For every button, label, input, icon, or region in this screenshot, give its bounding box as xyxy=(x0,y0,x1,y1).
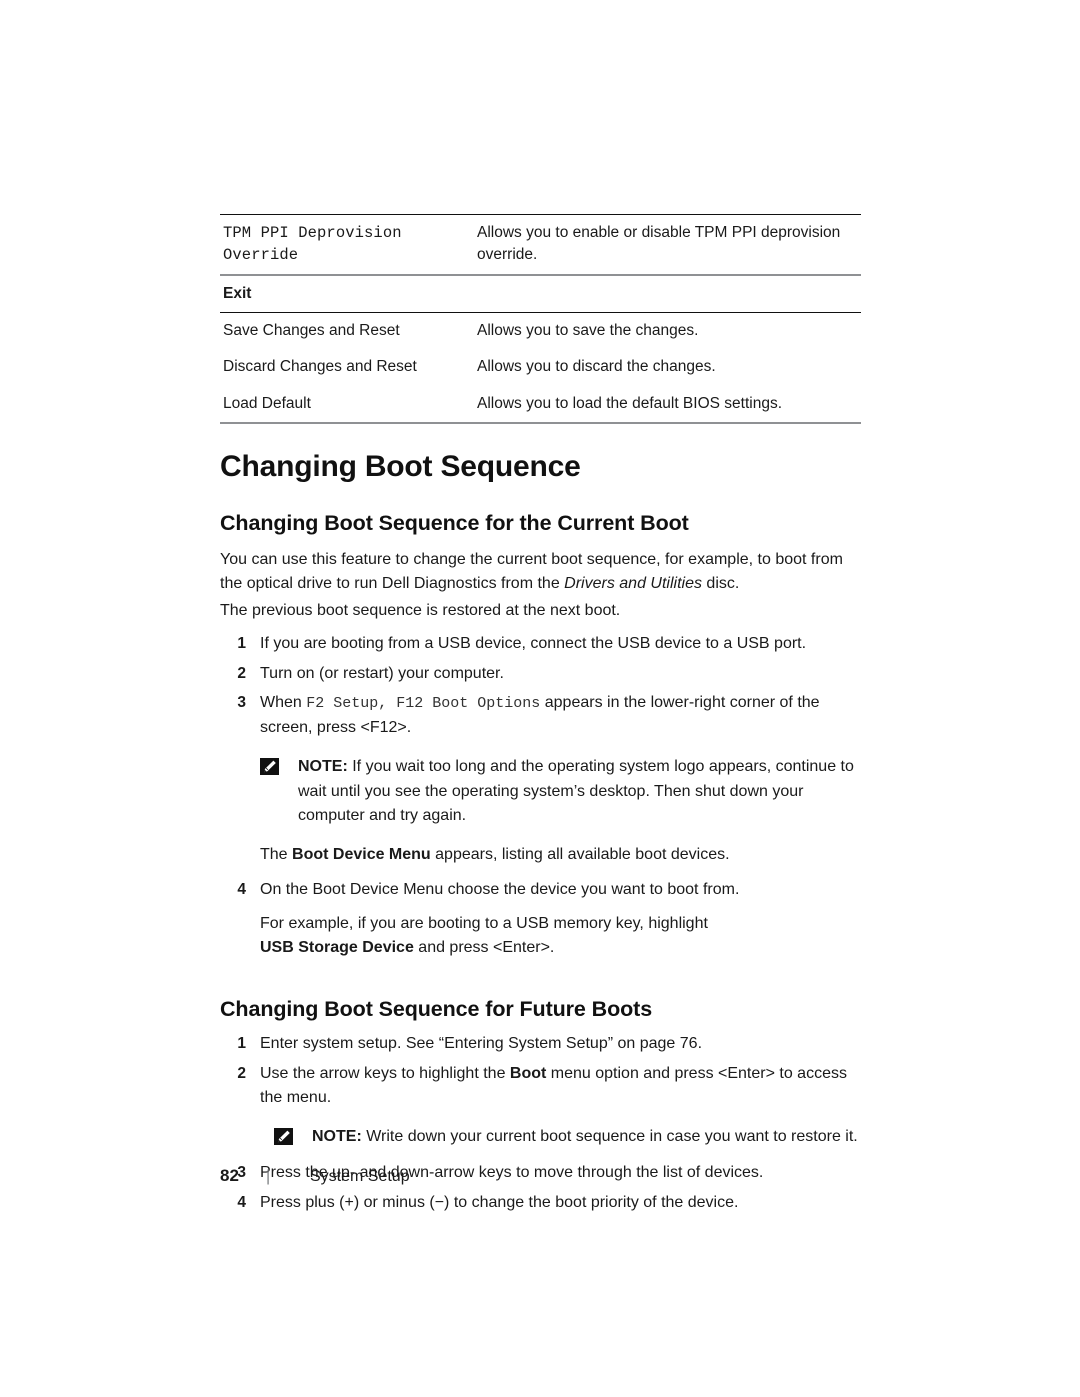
boot-menu-option-label: Boot xyxy=(509,1064,547,1082)
example-line1: For example, if you are booting to a USB… xyxy=(260,914,708,932)
option-description-cell: Allows you to enable or disable TPM PPI … xyxy=(474,213,861,275)
step-text: Turn on (or restart) your computer. xyxy=(260,664,504,682)
step-text: On the Boot Device Menu choose the devic… xyxy=(260,881,740,899)
list-item: 3 When F2 Setup, F12 Boot Options appears… xyxy=(220,691,861,740)
intro-italic-title: Drivers and Utilities xyxy=(564,575,702,593)
current-boot-steps-part2: 4 On the Boot Device Menu choose the dev… xyxy=(220,878,861,902)
step-text: If you are booting from a USB device, co… xyxy=(260,635,807,653)
step-text-prefix: When xyxy=(260,694,307,712)
list-item: 2 Turn on (or restart) your computer. xyxy=(220,662,861,686)
step-text: Press plus (+) or minus (−) to change th… xyxy=(260,1193,739,1211)
step-number: 1 xyxy=(237,1035,246,1053)
after-note-prefix: The xyxy=(260,845,293,863)
footer-page-number: 82 xyxy=(220,1166,239,1185)
table-row: TPM PPI Deprovision Override Allows you … xyxy=(220,213,861,275)
future-boots-steps-part1: 1 Enter system setup. See “Entering Syst… xyxy=(220,1032,861,1110)
page-title: Changing Boot Sequence xyxy=(220,449,581,483)
note-label: NOTE: xyxy=(312,1127,362,1145)
step-number: 4 xyxy=(237,881,246,899)
option-name-cell: Load Default xyxy=(220,385,474,424)
table-row: Save Changes and Reset Allows you to sav… xyxy=(220,311,861,350)
intro-paragraph-line2: The previous boot sequence is restored a… xyxy=(220,601,621,619)
list-item: 1 If you are booting from a USB device, … xyxy=(220,632,861,656)
list-item: 4 Press plus (+) or minus (−) to change … xyxy=(220,1191,861,1215)
section-title-cell: Exit xyxy=(220,273,474,313)
table-row: Discard Changes and Reset Allows you to … xyxy=(220,349,861,385)
list-item: 4 On the Boot Device Menu choose the dev… xyxy=(220,878,861,902)
footer-section-name: System Setup xyxy=(310,1168,410,1185)
current-boot-steps-part1: 1 If you are booting from a USB device, … xyxy=(220,632,861,740)
option-description-cell: Allows you to discard the changes. xyxy=(477,358,716,376)
section-heading-future-boots: Changing Boot Sequence for Future Boots xyxy=(220,996,653,1021)
note-pencil-icon xyxy=(274,1127,293,1145)
boot-device-menu-paragraph: The Boot Device Menu appears, listing al… xyxy=(220,843,861,867)
section-heading-current-boot: Changing Boot Sequence for the Current B… xyxy=(220,511,689,536)
table-section-row: Exit xyxy=(220,273,861,313)
table-row: Load Default Allows you to load the defa… xyxy=(220,385,861,424)
page-content: TPM PPI Deprovision Override Allows you … xyxy=(220,213,861,1220)
note-text: Write down your current boot sequence in… xyxy=(361,1127,858,1145)
note-text: If you wait too long and the operating s… xyxy=(298,758,854,825)
step-number: 4 xyxy=(237,1193,246,1211)
after-note-suffix: appears, listing all available boot devi… xyxy=(430,845,730,863)
bios-options-table: TPM PPI Deprovision Override Allows you … xyxy=(220,213,861,424)
option-description-cell: Allows you to load the default BIOS sett… xyxy=(474,385,861,424)
usb-storage-device-label: USB Storage Device xyxy=(260,939,414,957)
list-item: 2 Use the arrow keys to highlight the Boo… xyxy=(220,1062,861,1111)
option-name-cell: Discard Changes and Reset xyxy=(223,358,417,376)
step-text-prefix: Use the arrow keys to highlight the xyxy=(260,1064,510,1082)
option-name-cell: Save Changes and Reset xyxy=(220,311,474,350)
keyboard-shortcut-code: F2 Setup, F12 Boot Options xyxy=(306,695,541,713)
note-callout-wait-too-long: NOTE: If you wait too long and the opera… xyxy=(220,755,861,828)
option-description-cell: Allows you to save the changes. xyxy=(474,311,861,350)
list-item: 1 Enter system setup. See “Entering Syst… xyxy=(220,1032,861,1056)
note-callout-write-down-sequence: NOTE: Write down your current boot seque… xyxy=(220,1125,861,1149)
intro-text-part1: You can use this feature to change the c… xyxy=(220,551,843,593)
intro-paragraph: You can use this feature to change the c… xyxy=(220,548,861,597)
step-text: Enter system setup. See “Entering System… xyxy=(260,1035,703,1053)
note-label: NOTE: xyxy=(298,758,348,776)
option-name-cell: TPM PPI Deprovision Override xyxy=(220,213,474,275)
note-pencil-icon xyxy=(260,758,279,776)
step-number: 3 xyxy=(237,694,246,712)
step-number: 1 xyxy=(237,635,246,653)
step-number: 2 xyxy=(237,1064,246,1082)
document-page: TPM PPI Deprovision Override Allows you … xyxy=(0,0,1080,1397)
step-number: 2 xyxy=(237,664,246,682)
boot-device-menu-label: Boot Device Menu xyxy=(292,845,431,863)
page-footer: 82 | System Setup xyxy=(220,1166,861,1186)
intro-text-part2: disc. xyxy=(701,575,740,593)
footer-separator: | xyxy=(266,1168,271,1185)
example-suffix: and press <Enter>. xyxy=(413,939,555,957)
section-empty-cell xyxy=(474,273,861,313)
example-paragraph: For example, if you are booting to a USB… xyxy=(220,912,861,961)
